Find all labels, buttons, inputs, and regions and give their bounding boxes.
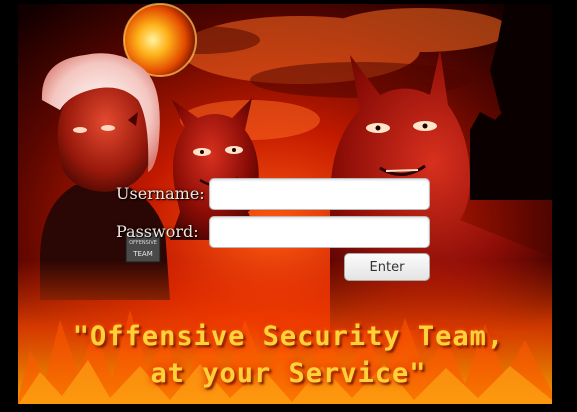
password-input[interactable] [209,216,430,248]
username-input[interactable] [209,178,430,210]
login-page: OFFENSIVE TEAM Username: Password: Enter… [0,0,577,412]
enter-button[interactable]: Enter [344,253,430,281]
password-label: Password: [116,222,199,241]
slogan-line-2: at your Service" [150,358,427,389]
slogan-line-1: "Offensive Security Team, [72,321,505,352]
username-label: Username: [116,184,205,203]
